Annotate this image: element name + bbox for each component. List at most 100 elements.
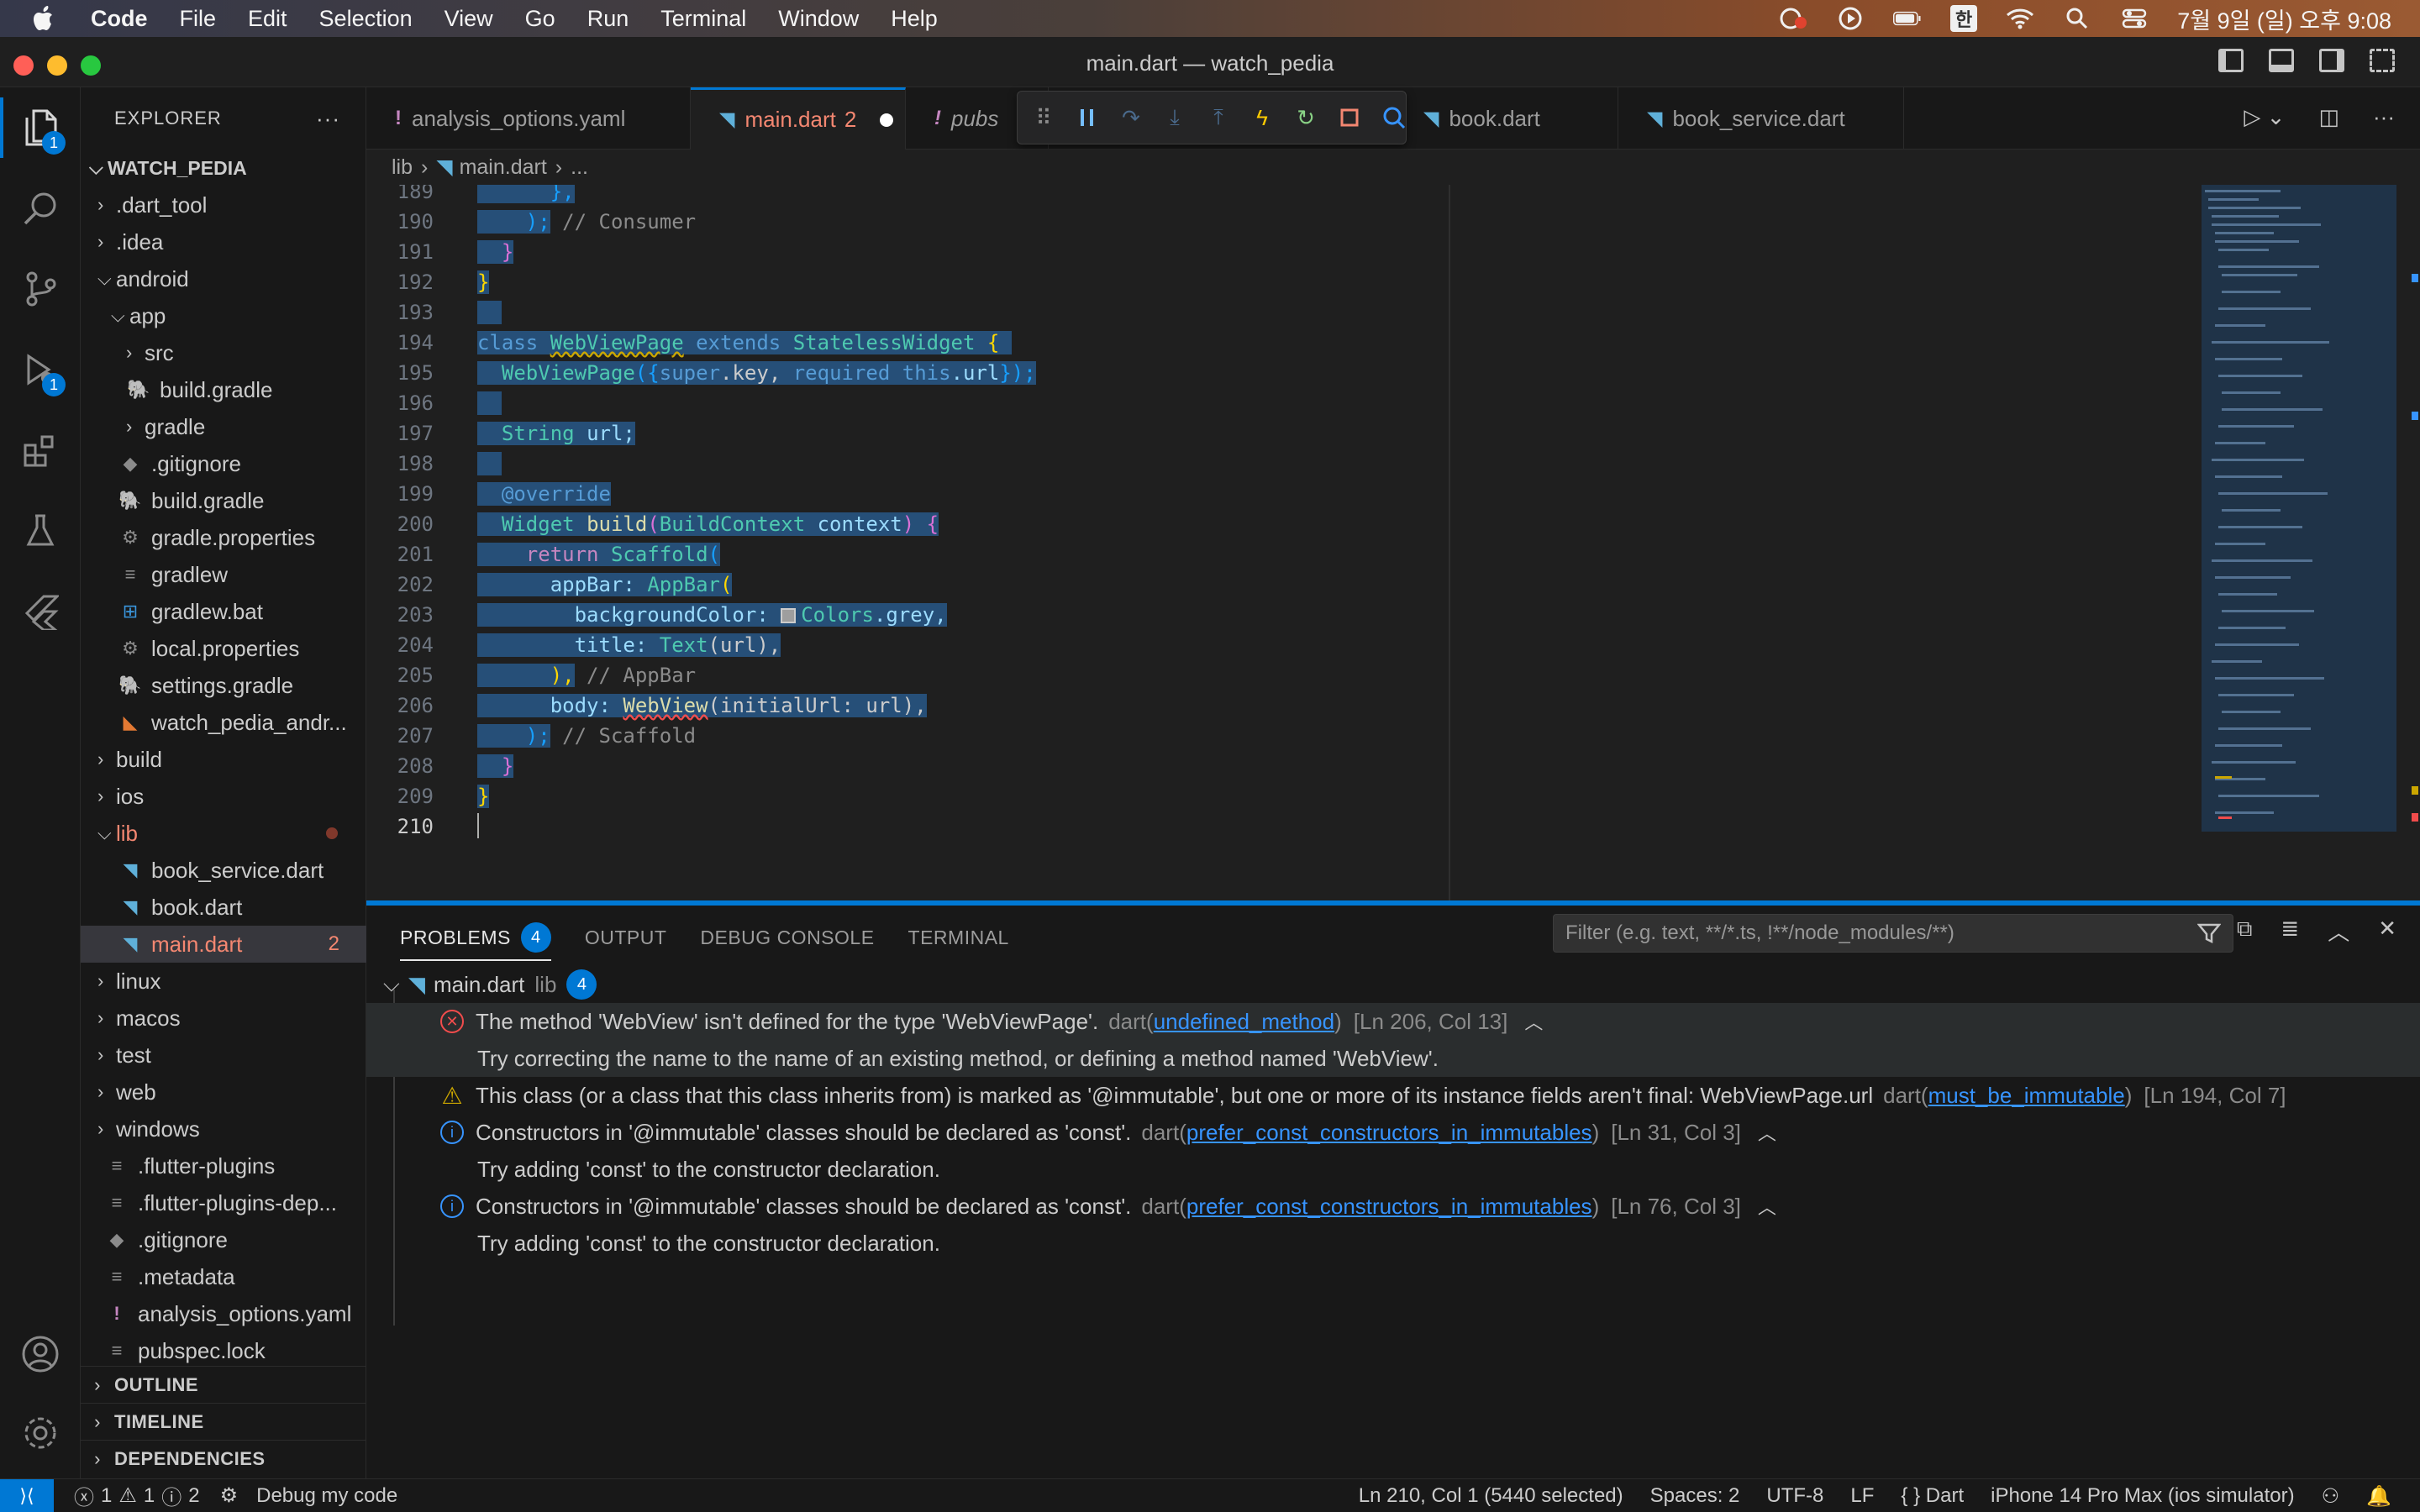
- color-swatch[interactable]: [781, 608, 797, 623]
- search-activity[interactable]: [0, 168, 81, 249]
- remote-indicator-icon[interactable]: ⟩⟨: [0, 1478, 54, 1512]
- tab-terminal[interactable]: TERMINAL: [908, 927, 1009, 949]
- problems-file-row[interactable]: ⌵ ◥ main.dart lib 4: [366, 966, 2420, 1003]
- input-method-indicator[interactable]: 한: [1949, 5, 1978, 32]
- problem-row-warning[interactable]: ⚠ This class (or a class that this class…: [366, 1077, 2420, 1114]
- source-control-activity[interactable]: [0, 249, 81, 329]
- maximize-panel-icon[interactable]: ︿: [2328, 916, 2349, 947]
- chevron-up-icon[interactable]: ︿: [1758, 1193, 1776, 1220]
- problems-status[interactable]: ⓧ 1 ⚠ 1 ⓘ 2: [74, 1481, 200, 1510]
- filter-icon[interactable]: [2196, 921, 2222, 951]
- tree-item-flutter-plugins-dep[interactable]: ≡ .flutter-plugins-dep...: [81, 1184, 366, 1221]
- pause-icon[interactable]: [1076, 106, 1098, 129]
- notification-app-icon[interactable]: [1779, 6, 1807, 31]
- indentation[interactable]: Spaces: 2: [1650, 1484, 1740, 1508]
- chevron-up-icon[interactable]: ︿: [1524, 1008, 1543, 1035]
- tab-book-dart[interactable]: ◥ book.dart: [1405, 87, 1618, 150]
- dependencies-section[interactable]: › DEPENDENCIES: [81, 1440, 366, 1477]
- problem-code-link[interactable]: prefer_const_constructors_in_immutables: [1186, 1194, 1592, 1219]
- devtools-search-icon[interactable]: [1382, 106, 1406, 129]
- more-actions-icon[interactable]: ···: [2373, 104, 2395, 130]
- tree-item-linux[interactable]: › linux: [81, 963, 366, 1000]
- manage-activity[interactable]: [0, 1393, 81, 1473]
- tree-item-src[interactable]: › src: [81, 334, 366, 371]
- device-selector[interactable]: iPhone 14 Pro Max (ios simulator): [1991, 1484, 2294, 1508]
- tree-item-flutter-plugins[interactable]: ≡ .flutter-plugins: [81, 1147, 366, 1184]
- apple-icon[interactable]: [32, 6, 57, 31]
- explorer-activity[interactable]: 1: [0, 87, 81, 168]
- toggle-panel-icon[interactable]: [2269, 49, 2294, 72]
- tab-book-service-dart[interactable]: ◥ book_service.dart: [1618, 87, 1904, 150]
- tree-item-analysis-options[interactable]: ! analysis_options.yaml: [81, 1295, 366, 1332]
- tree-item-idea[interactable]: › .idea: [81, 223, 366, 260]
- problem-row-info[interactable]: i Constructors in '@immutable' classes s…: [366, 1114, 2420, 1151]
- vertical-scrollbar[interactable]: [2396, 185, 2420, 900]
- customize-layout-icon[interactable]: [2370, 49, 2395, 72]
- minimap[interactable]: [2202, 185, 2396, 832]
- menu-run[interactable]: Run: [587, 6, 629, 32]
- toggle-primary-sidebar-icon[interactable]: [2218, 49, 2244, 72]
- problem-hint-row[interactable]: Try adding 'const' to the constructor de…: [366, 1151, 2420, 1188]
- collapse-all-icon[interactable]: ⧉: [2237, 916, 2253, 947]
- tree-item-watch-pedia-android[interactable]: ◣ watch_pedia_andr...: [81, 704, 366, 741]
- chevron-up-icon[interactable]: ︿: [1758, 1119, 1776, 1146]
- tree-item-local-properties[interactable]: ⚙ local.properties: [81, 630, 366, 667]
- tree-item-gradlew-bat[interactable]: ⊞ gradlew.bat: [81, 593, 366, 630]
- breadcrumb-file[interactable]: main.dart: [460, 155, 547, 180]
- menu-app-code[interactable]: Code: [91, 6, 148, 32]
- problem-row-error[interactable]: ✕ The method 'WebView' isn't defined for…: [366, 1003, 2420, 1040]
- menu-view[interactable]: View: [445, 6, 493, 32]
- tree-item-web[interactable]: › web: [81, 1074, 366, 1110]
- tree-item-lib[interactable]: ⌵ lib: [81, 815, 366, 852]
- problem-code-link[interactable]: must_be_immutable: [1928, 1083, 2125, 1108]
- menu-file[interactable]: File: [180, 6, 217, 32]
- line-ending[interactable]: LF: [1850, 1484, 1874, 1508]
- tree-item-build-gradle[interactable]: 🐘 build.gradle: [81, 482, 366, 519]
- tab-problems[interactable]: PROBLEMS 4: [400, 922, 551, 961]
- step-out-icon[interactable]: ⤒: [1207, 104, 1229, 129]
- restart-icon[interactable]: ↻: [1295, 105, 1317, 130]
- close-panel-icon[interactable]: ✕: [2378, 916, 2396, 947]
- tree-item-build[interactable]: › build: [81, 741, 366, 778]
- media-play-icon[interactable]: [1836, 6, 1865, 31]
- view-as-table-icon[interactable]: ≣: [2281, 916, 2299, 947]
- accounts-activity[interactable]: [0, 1314, 81, 1394]
- menu-selection[interactable]: Selection: [319, 6, 413, 32]
- explorer-root-folder[interactable]: ⌵ WATCH_PEDIA: [81, 150, 366, 186]
- drag-handle-icon[interactable]: ⠿: [1033, 105, 1055, 130]
- problem-code-link[interactable]: prefer_const_constructors_in_immutables: [1186, 1120, 1592, 1145]
- toggle-secondary-sidebar-icon[interactable]: [2319, 49, 2344, 72]
- tree-item-settings-gradle[interactable]: 🐘 settings.gradle: [81, 667, 366, 704]
- step-into-icon[interactable]: ⤓: [1164, 104, 1186, 129]
- encoding[interactable]: UTF-8: [1766, 1484, 1823, 1508]
- tree-item-android-gitignore[interactable]: ◆ .gitignore: [81, 445, 366, 482]
- cursor-position[interactable]: Ln 210, Col 1 (5440 selected): [1359, 1484, 1623, 1508]
- tree-item-gradlew[interactable]: ≡ gradlew: [81, 556, 366, 593]
- outline-section[interactable]: › OUTLINE: [81, 1366, 366, 1403]
- menu-window[interactable]: Window: [778, 6, 859, 32]
- tree-item-gitignore[interactable]: ◆ .gitignore: [81, 1221, 366, 1258]
- tree-item-windows[interactable]: › windows: [81, 1110, 366, 1147]
- wifi-icon[interactable]: [2006, 6, 2034, 31]
- tree-item-gradle[interactable]: › gradle: [81, 408, 366, 445]
- tree-item-book-service-dart[interactable]: ◥ book_service.dart: [81, 852, 366, 889]
- menu-help[interactable]: Help: [891, 6, 938, 32]
- unsaved-dot-icon[interactable]: [880, 113, 894, 127]
- tree-item-app[interactable]: ⌵ app: [81, 297, 366, 334]
- tab-debug-console[interactable]: DEBUG CONSOLE: [700, 927, 874, 949]
- menu-go[interactable]: Go: [525, 6, 555, 32]
- tree-item-dart-tool[interactable]: › .dart_tool: [81, 186, 366, 223]
- tree-item-macos[interactable]: › macos: [81, 1000, 366, 1037]
- problems-filter-input[interactable]: Filter (e.g. text, **/*.ts, !**/node_mod…: [1553, 914, 2233, 953]
- problem-hint-row[interactable]: Try adding 'const' to the constructor de…: [366, 1225, 2420, 1262]
- tab-output[interactable]: OUTPUT: [585, 927, 667, 949]
- breadcrumb-symbol[interactable]: ...: [571, 155, 588, 180]
- problem-row-info[interactable]: i Constructors in '@immutable' classes s…: [366, 1188, 2420, 1225]
- tree-item-book-dart[interactable]: ◥ book.dart: [81, 889, 366, 926]
- debug-status[interactable]: ⚙ Debug my code: [220, 1483, 398, 1508]
- run-icon[interactable]: ▷ ⌄: [2244, 104, 2285, 130]
- spotlight-search-icon[interactable]: [2063, 6, 2091, 31]
- testing-activity[interactable]: [0, 491, 81, 571]
- stop-icon[interactable]: [1339, 106, 1360, 129]
- code-editor[interactable]: 189 190 191 192 193 194 195 196 197 198 …: [366, 185, 2420, 900]
